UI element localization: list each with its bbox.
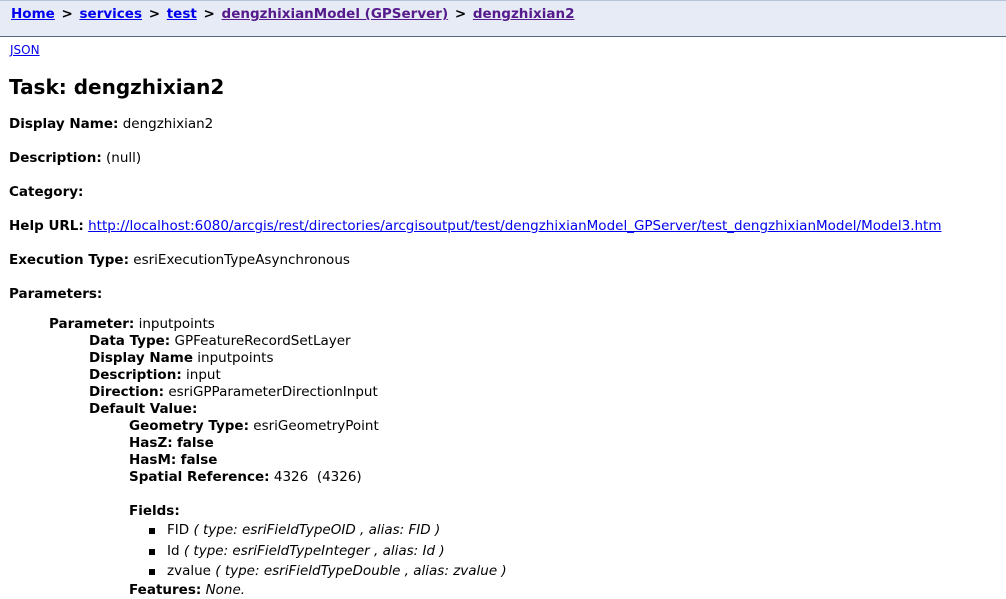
features-value: None. — [205, 581, 246, 598]
param-description-row: Description: input — [49, 367, 507, 384]
hasz-value: false — [176, 435, 214, 451]
spatial-reference-row: Spatial Reference: 4326 (4326) — [49, 469, 507, 486]
bullet-icon — [149, 528, 155, 534]
help-url-link[interactable]: http://localhost:6080/arcgis/rest/direct… — [88, 218, 941, 234]
breadcrumb-separator: > — [148, 6, 161, 22]
parameter-label: Parameter: — [49, 316, 135, 332]
execution-type-value: esriExecutionTypeAsynchronous — [133, 252, 350, 268]
param-display-name-value: inputpoints — [197, 350, 274, 366]
page-title: Task: dengzhixian2 — [9, 75, 225, 99]
display-name-row: Display Name: dengzhixian2 — [9, 115, 213, 133]
direction-label: Direction: — [89, 384, 165, 400]
geometry-type-label: Geometry Type: — [129, 418, 249, 434]
geometry-type-row: Geometry Type: esriGeometryPoint — [49, 418, 507, 435]
execution-type-label: Execution Type: — [9, 252, 129, 268]
description-label: Description: — [9, 150, 102, 166]
breadcrumb-home-link[interactable]: Home — [11, 6, 55, 22]
display-name-label: Display Name: — [9, 116, 119, 132]
field-name: FID — [167, 522, 190, 538]
field-detail: ( type: esriFieldTypeDouble , alias: zva… — [215, 563, 507, 579]
parameter-name: inputpoints — [138, 316, 215, 332]
display-name-value: dengzhixian2 — [122, 116, 214, 132]
breadcrumb-separator: > — [203, 6, 215, 22]
parameter-block: Parameter: inputpoints Data Type: GPFeat… — [49, 316, 507, 599]
hasm-row: HasM: false — [49, 452, 507, 469]
json-link[interactable]: JSON — [10, 43, 40, 57]
field-detail: ( type: esriFieldTypeOID , alias: FID ) — [193, 522, 441, 538]
direction-row: Direction: esriGPParameterDirectionInput — [49, 384, 507, 401]
param-description-label: Description: — [89, 367, 182, 383]
param-display-name-label: Display Name — [89, 350, 193, 366]
parameters-label: Parameters: — [9, 286, 103, 302]
breadcrumb: Home > services > test > dengzhixianMode… — [0, 0, 1006, 37]
breadcrumb-task-link[interactable]: dengzhixian2 — [473, 6, 575, 22]
field-detail: ( type: esriFieldTypeInteger , alias: Id… — [183, 542, 445, 559]
bullet-icon — [149, 548, 155, 555]
breadcrumb-separator: > — [61, 6, 73, 22]
category-row: Category: — [9, 183, 83, 201]
fields-list: FID ( type: esriFieldTypeOID , alias: FI… — [49, 520, 507, 582]
field-name: Id — [167, 542, 180, 559]
help-url-row: Help URL: http://localhost:6080/arcgis/r… — [9, 217, 942, 235]
execution-type-row: Execution Type: esriExecutionTypeAsynchr… — [9, 251, 350, 269]
hasm-value: false — [180, 452, 218, 468]
breadcrumb-gpserver-link[interactable]: dengzhixianModel (GPServer) — [222, 6, 449, 22]
description-value: (null) — [106, 150, 142, 166]
param-description-value: input — [186, 367, 221, 383]
parameters-heading: Parameters: — [9, 285, 102, 303]
field-name: zvalue — [167, 563, 211, 579]
default-value-label: Default Value: — [89, 401, 198, 417]
help-url-label: Help URL: — [9, 218, 84, 234]
breadcrumb-services-link[interactable]: services — [80, 6, 142, 22]
parameter-row: Parameter: inputpoints — [49, 316, 507, 333]
description-row: Description: (null) — [9, 149, 141, 167]
data-type-value: GPFeatureRecordSetLayer — [174, 333, 351, 349]
category-label: Category: — [9, 184, 84, 200]
param-display-name-row: Display Name inputpoints — [49, 350, 507, 367]
data-type-row: Data Type: GPFeatureRecordSetLayer — [49, 333, 507, 350]
direction-value: esriGPParameterDirectionInput — [168, 384, 378, 400]
breadcrumb-separator: > — [454, 6, 467, 22]
hasz-row: HasZ: false — [49, 435, 507, 452]
default-value-row: Default Value: — [49, 401, 507, 418]
list-item: Id ( type: esriFieldTypeInteger , alias:… — [149, 541, 507, 562]
spatial-reference-value: 4326 (4326) — [273, 469, 362, 485]
features-label: Features: — [129, 581, 202, 598]
fields-row: Fields: — [49, 503, 507, 520]
spatial-reference-label: Spatial Reference: — [129, 469, 270, 485]
list-item: zvalue ( type: esriFieldTypeDouble , ali… — [149, 561, 507, 582]
data-type-label: Data Type: — [89, 333, 171, 349]
bullet-icon — [149, 569, 155, 575]
hasz-label: HasZ: — [129, 435, 173, 451]
fields-label: Fields: — [129, 503, 180, 519]
breadcrumb-test-link[interactable]: test — [167, 6, 197, 22]
list-item: FID ( type: esriFieldTypeOID , alias: FI… — [149, 520, 507, 541]
geometry-type-value: esriGeometryPoint — [253, 418, 379, 434]
hasm-label: HasM: — [129, 452, 177, 468]
